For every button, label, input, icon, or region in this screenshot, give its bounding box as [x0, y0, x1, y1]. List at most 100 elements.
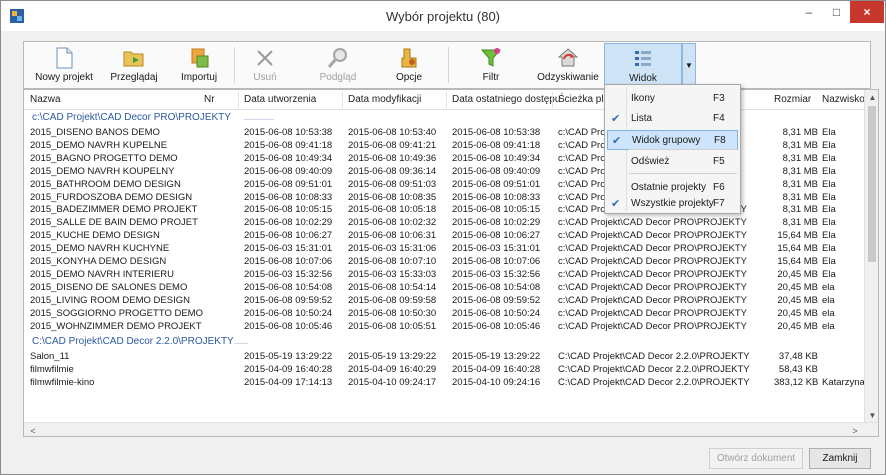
cell-modified: 2015-06-08 09:51:03 [348, 178, 437, 190]
column-surname[interactable]: Nazwisko [822, 94, 865, 105]
cell-name: Salon_11 [30, 351, 70, 363]
cell-created: 2015-06-08 10:02:29 [244, 217, 333, 229]
cell-created: 2015-06-08 10:05:46 [244, 320, 333, 332]
import-button[interactable]: Importuj [172, 43, 226, 87]
column-path[interactable]: Ścieżka pli [558, 94, 606, 105]
menu-item-shortcut: F7 [713, 198, 725, 209]
cell-size: 20,45 MB [777, 320, 818, 332]
delete-button[interactable]: Usuń [242, 43, 288, 87]
column-divider[interactable] [446, 92, 447, 108]
view-button[interactable]: Widok [604, 43, 682, 87]
scroll-right-icon[interactable]: > [848, 423, 862, 436]
cell-surname: Ela [822, 204, 836, 216]
cell-modified: 2015-05-19 13:29:22 [348, 351, 437, 363]
column-divider[interactable] [552, 92, 553, 108]
toolbar: Nowy projekt Przeglądaj Importuj Usuń Po… [23, 41, 871, 89]
open-folder-icon [123, 47, 145, 69]
cell-name: 2015_DEMO NAVRH KUPELNE [30, 139, 168, 151]
cell-path: c:\CAD Projekt\CAD Decor PRO\PROJEKTY [558, 217, 747, 229]
table-row[interactable]: 2015_KONYHA DEMO DESIGN 2015-06-08 10:07:… [24, 256, 864, 269]
menu-item-label: Lista [631, 113, 653, 124]
scroll-left-icon[interactable]: < [26, 423, 40, 436]
recovery-label: Odzyskiwanie [537, 72, 599, 83]
cell-created: 2015-06-08 10:06:27 [244, 230, 333, 242]
view-dropdown-arrow[interactable]: ▼ [682, 43, 696, 87]
column-nr[interactable]: Nr [204, 94, 215, 105]
cell-created: 2015-06-08 10:49:34 [244, 152, 333, 164]
cell-path: c:\CAD Projekt\CAD Decor PRO\PROJEKTY [558, 320, 747, 332]
cell-surname: Ela [822, 191, 836, 203]
menu-item-ikony[interactable]: Ikony F3 [607, 89, 738, 109]
column-size[interactable]: Rozmiar [774, 94, 811, 105]
close-button[interactable]: Zamknij [809, 448, 871, 469]
new-document-icon [53, 47, 75, 69]
cell-created: 2015-06-08 10:08:33 [244, 191, 333, 203]
cell-surname: ela [822, 320, 835, 332]
menu-item-lista[interactable]: ✔ Lista F4 [607, 109, 738, 129]
cell-path: C:\CAD Projekt\CAD Decor 2.2.0\PROJEKTY [558, 351, 750, 363]
column-modified[interactable]: Data modyfikacji [348, 94, 421, 105]
cell-created: 2015-06-08 10:05:15 [244, 204, 333, 216]
vertical-scrollbar[interactable]: ▲ ▼ [864, 90, 878, 422]
cell-accessed: 2015-06-08 09:59:52 [452, 294, 541, 306]
filter-label: Filtr [482, 72, 500, 83]
toolbar-separator [234, 47, 235, 83]
table-row[interactable]: 2015_SOGGIORNO PROGETTO DEMO 2015-06-08 1… [24, 308, 864, 321]
view-icon [632, 48, 654, 70]
preview-button[interactable]: Podgląd [312, 43, 364, 87]
close-window-button[interactable]: × [850, 1, 884, 23]
table-row[interactable]: 2015_WOHNZIMMER DEMO PROJEKT 2015-06-08 1… [24, 321, 864, 334]
cell-size: 20,45 MB [777, 281, 818, 293]
horizontal-scrollbar[interactable]: < > [24, 422, 878, 436]
cell-path: c:\CAD Projekt\CAD Decor PRO\PROJEKTY [558, 256, 747, 267]
table-row[interactable]: filmwfilmie-kino 2015-04-09 17:14:13 2015-… [24, 377, 865, 390]
table-row[interactable]: 2015_KUCHE DEMO DESIGN 2015-06-08 10:06:2… [24, 230, 864, 243]
column-name[interactable]: Nazwa [30, 94, 61, 105]
table-row[interactable]: 2015_DISENO DE SALONES DEMO 2015-06-08 10… [24, 282, 864, 295]
menu-item-shortcut: F8 [714, 135, 726, 146]
table-row[interactable]: filmwfilmie 2015-04-09 16:40:28 2015-04-09… [24, 364, 864, 377]
vertical-scroll-thumb[interactable] [868, 106, 876, 262]
menu-separator [629, 173, 737, 174]
menu-item-wszystkie-projekty[interactable]: ✔ Wszystkie projekty F7 [607, 194, 738, 214]
menu-item-odśwież[interactable]: Odśwież F5 [607, 152, 738, 172]
cell-modified: 2015-06-08 10:50:30 [348, 307, 437, 319]
menu-item-label: Ostatnie projekty [631, 182, 707, 193]
cell-name: 2015_SOGGIORNO PROGETTO DEMO [30, 307, 203, 319]
table-row[interactable]: 2015_DEMO NAVRH INTERIERU 2015-06-03 15:3… [24, 269, 864, 282]
cell-modified: 2015-06-08 09:59:58 [348, 294, 437, 306]
minimize-button[interactable]: – [795, 1, 823, 23]
cell-path: c:\CAD Projekt\CAD Decor PRO\PROJEKTY [558, 268, 747, 280]
cell-created: 2015-06-03 15:32:56 [244, 268, 333, 280]
cell-size: 20,45 MB [777, 307, 818, 319]
table-row[interactable]: 2015_DEMO NAVRH KUCHYNE 2015-06-03 15:31:… [24, 243, 864, 256]
scroll-down-icon[interactable]: ▼ [865, 408, 878, 422]
browse-button[interactable]: Przeglądaj [108, 43, 160, 87]
table-row[interactable]: 2015_LIVING ROOM DEMO DESIGN 2015-06-08 0… [24, 295, 864, 308]
filter-button[interactable]: Filtr [468, 43, 514, 87]
column-divider[interactable] [342, 92, 343, 108]
column-last-accessed[interactable]: Data ostatniego dostępu [452, 94, 560, 105]
column-divider[interactable] [238, 92, 239, 108]
group-header[interactable]: c:\CAD Projekt\CAD Decor PRO\PROJEKTY [32, 112, 231, 126]
maximize-button[interactable]: □ [823, 1, 850, 23]
options-button[interactable]: Opcje [386, 43, 432, 87]
cell-accessed: 2015-06-08 10:54:08 [452, 281, 541, 293]
scroll-up-icon[interactable]: ▲ [865, 90, 878, 104]
project-selection-window: Wybór projektu (80) – □ × Nowy projekt P… [0, 0, 886, 475]
group-divider [244, 119, 274, 120]
open-document-button[interactable]: Otwórz dokument [709, 448, 803, 469]
recovery-button[interactable]: Odzyskiwanie [534, 43, 602, 87]
menu-item-widok-grupowy[interactable]: ✔ Widok grupowy F8 [607, 130, 738, 150]
table-row[interactable]: Salon_11 2015-05-19 13:29:22 2015-05-19 13… [24, 351, 864, 364]
column-created[interactable]: Data utworzenia [244, 94, 316, 105]
cell-accessed: 2015-06-08 10:08:33 [452, 191, 541, 203]
preview-label: Podgląd [319, 72, 357, 83]
group-header[interactable]: C:\CAD Projekt\CAD Decor 2.2.0\PROJEKTY [32, 336, 234, 350]
cell-accessed: 2015-06-08 10:53:38 [452, 127, 541, 138]
table-row[interactable]: 2015_SALLE DE BAIN DEMO PROJET 2015-06-08… [24, 217, 864, 230]
new-project-button[interactable]: Nowy projekt [32, 43, 96, 87]
cell-path: c:\CAD Projekt\CAD Decor PRO\PROJEKTY [558, 230, 747, 242]
cell-accessed: 2015-06-08 10:06:27 [452, 230, 541, 242]
cell-name: 2015_KONYHA DEMO DESIGN [30, 256, 167, 267]
